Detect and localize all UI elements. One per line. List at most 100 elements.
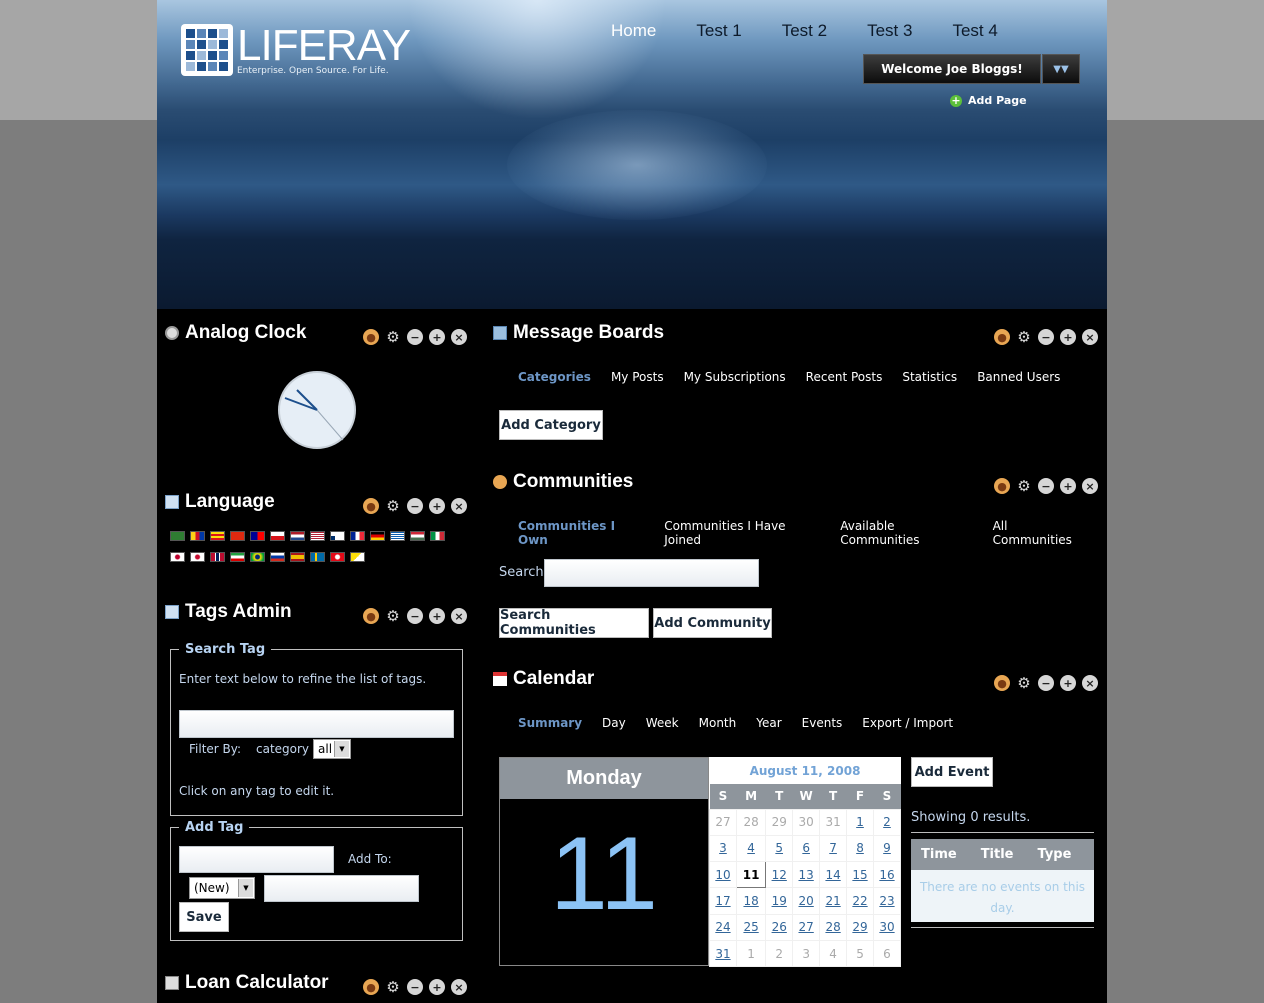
tab-all-communities[interactable]: All Communities <box>993 519 1087 547</box>
dropdown-icon[interactable]: ▼▼ <box>1042 54 1080 84</box>
minimize-icon[interactable]: − <box>407 979 423 995</box>
tab-week[interactable]: Week <box>646 716 679 730</box>
add-event-button[interactable]: Add Event <box>911 757 993 787</box>
flag-icon[interactable] <box>170 552 185 562</box>
calendar-day[interactable]: 1 <box>846 808 874 836</box>
tab-communities-joined[interactable]: Communities I Have Joined <box>664 519 820 547</box>
calendar-day[interactable]: 28 <box>819 913 848 941</box>
close-icon[interactable]: × <box>1082 329 1098 345</box>
calendar-day[interactable]: 5 <box>765 834 794 863</box>
look-and-feel-icon[interactable]: ● <box>363 498 379 514</box>
minimize-icon[interactable]: − <box>1038 478 1054 494</box>
nav-test-4[interactable]: Test 4 <box>952 21 997 41</box>
add-category-button[interactable]: Add Category <box>499 410 603 440</box>
tab-statistics[interactable]: Statistics <box>902 370 957 384</box>
calendar-day[interactable]: 16 <box>872 861 902 889</box>
add-to-select[interactable]: (New) ▼ <box>189 877 255 899</box>
flag-icon[interactable] <box>190 531 205 541</box>
tag-name-input[interactable] <box>179 846 334 873</box>
look-and-feel-icon[interactable]: ● <box>363 608 379 624</box>
gear-icon[interactable]: ⚙ <box>1016 478 1032 494</box>
maximize-icon[interactable]: + <box>1060 478 1076 494</box>
flag-icon[interactable] <box>290 552 305 562</box>
look-and-feel-icon[interactable]: ● <box>994 329 1010 345</box>
gear-icon[interactable]: ⚙ <box>385 329 401 345</box>
nav-test-2[interactable]: Test 2 <box>782 21 827 41</box>
calendar-day[interactable]: 7 <box>819 834 848 863</box>
maximize-icon[interactable]: + <box>429 329 445 345</box>
flag-icon[interactable] <box>230 552 245 562</box>
tab-year[interactable]: Year <box>756 716 781 730</box>
close-icon[interactable]: × <box>451 498 467 514</box>
minimize-icon[interactable]: − <box>407 498 423 514</box>
flag-icon[interactable] <box>190 552 205 562</box>
new-category-input[interactable] <box>264 875 419 902</box>
calendar-day[interactable]: 17 <box>709 887 737 915</box>
tab-month[interactable]: Month <box>699 716 737 730</box>
maximize-icon[interactable]: + <box>429 498 445 514</box>
gear-icon[interactable]: ⚙ <box>385 979 401 995</box>
nav-test-3[interactable]: Test 3 <box>867 21 912 41</box>
flag-icon[interactable] <box>350 552 365 562</box>
flag-icon[interactable] <box>370 531 385 541</box>
tag-search-input[interactable] <box>179 710 454 738</box>
flag-icon[interactable] <box>350 531 365 541</box>
calendar-day[interactable]: 2 <box>872 808 902 836</box>
gear-icon[interactable]: ⚙ <box>1016 675 1032 691</box>
column-type[interactable]: Type <box>1038 847 1072 862</box>
calendar-day[interactable]: 21 <box>819 887 848 915</box>
flag-icon[interactable] <box>210 531 225 541</box>
flag-icon[interactable] <box>230 531 245 541</box>
logo[interactable]: LIFERAY Enterprise. Open Source. For Lif… <box>181 24 411 76</box>
tab-communities-i-own[interactable]: Communities I Own <box>518 519 644 547</box>
tab-summary[interactable]: Summary <box>518 716 582 730</box>
calendar-day[interactable]: 20 <box>792 887 821 915</box>
tab-recent-posts[interactable]: Recent Posts <box>806 370 883 384</box>
close-icon[interactable]: × <box>1082 675 1098 691</box>
calendar-day[interactable]: 6 <box>792 834 821 863</box>
column-time[interactable]: Time <box>921 847 957 862</box>
calendar-day[interactable]: 9 <box>872 834 902 863</box>
nav-test-1[interactable]: Test 1 <box>696 21 741 41</box>
community-search-input[interactable] <box>544 559 759 587</box>
flag-icon[interactable] <box>250 531 265 541</box>
look-and-feel-icon[interactable]: ● <box>363 329 379 345</box>
nav-home[interactable]: Home <box>611 21 656 41</box>
calendar-day-today[interactable]: 11 <box>735 861 767 889</box>
calendar-day[interactable]: 22 <box>846 887 874 915</box>
calendar-day[interactable]: 27 <box>792 913 821 941</box>
calendar-day[interactable]: 23 <box>872 887 902 915</box>
calendar-day[interactable]: 10 <box>709 861 737 889</box>
flag-icon[interactable] <box>310 552 325 562</box>
close-icon[interactable]: × <box>451 329 467 345</box>
calendar-day[interactable]: 25 <box>735 913 767 941</box>
add-page-link[interactable]: + Add Page <box>950 94 1027 107</box>
flag-icon[interactable] <box>430 531 445 541</box>
flag-icon[interactable] <box>250 552 265 562</box>
month-title[interactable]: August 11, 2008 <box>709 757 901 784</box>
look-and-feel-icon[interactable]: ● <box>994 675 1010 691</box>
calendar-day[interactable]: 24 <box>709 913 737 941</box>
calendar-day[interactable]: 26 <box>765 913 794 941</box>
flag-icon[interactable] <box>330 531 345 541</box>
maximize-icon[interactable]: + <box>429 608 445 624</box>
calendar-day[interactable]: 31 <box>709 939 737 968</box>
minimize-icon[interactable]: − <box>407 608 423 624</box>
calendar-day[interactable]: 30 <box>872 913 902 941</box>
flag-icon[interactable] <box>170 531 185 541</box>
minimize-icon[interactable]: − <box>1038 329 1054 345</box>
tab-my-posts[interactable]: My Posts <box>611 370 664 384</box>
calendar-day[interactable]: 14 <box>819 861 848 889</box>
minimize-icon[interactable]: − <box>1038 675 1054 691</box>
tab-export-import[interactable]: Export / Import <box>862 716 953 730</box>
calendar-day[interactable]: 13 <box>792 861 821 889</box>
tab-banned-users[interactable]: Banned Users <box>977 370 1060 384</box>
flag-icon[interactable] <box>390 531 405 541</box>
flag-icon[interactable] <box>270 552 285 562</box>
flag-icon[interactable] <box>210 552 225 562</box>
calendar-day[interactable]: 12 <box>765 861 794 889</box>
flag-icon[interactable] <box>410 531 425 541</box>
close-icon[interactable]: × <box>451 608 467 624</box>
calendar-day[interactable]: 4 <box>735 834 767 863</box>
add-community-button[interactable]: Add Community <box>653 608 772 638</box>
